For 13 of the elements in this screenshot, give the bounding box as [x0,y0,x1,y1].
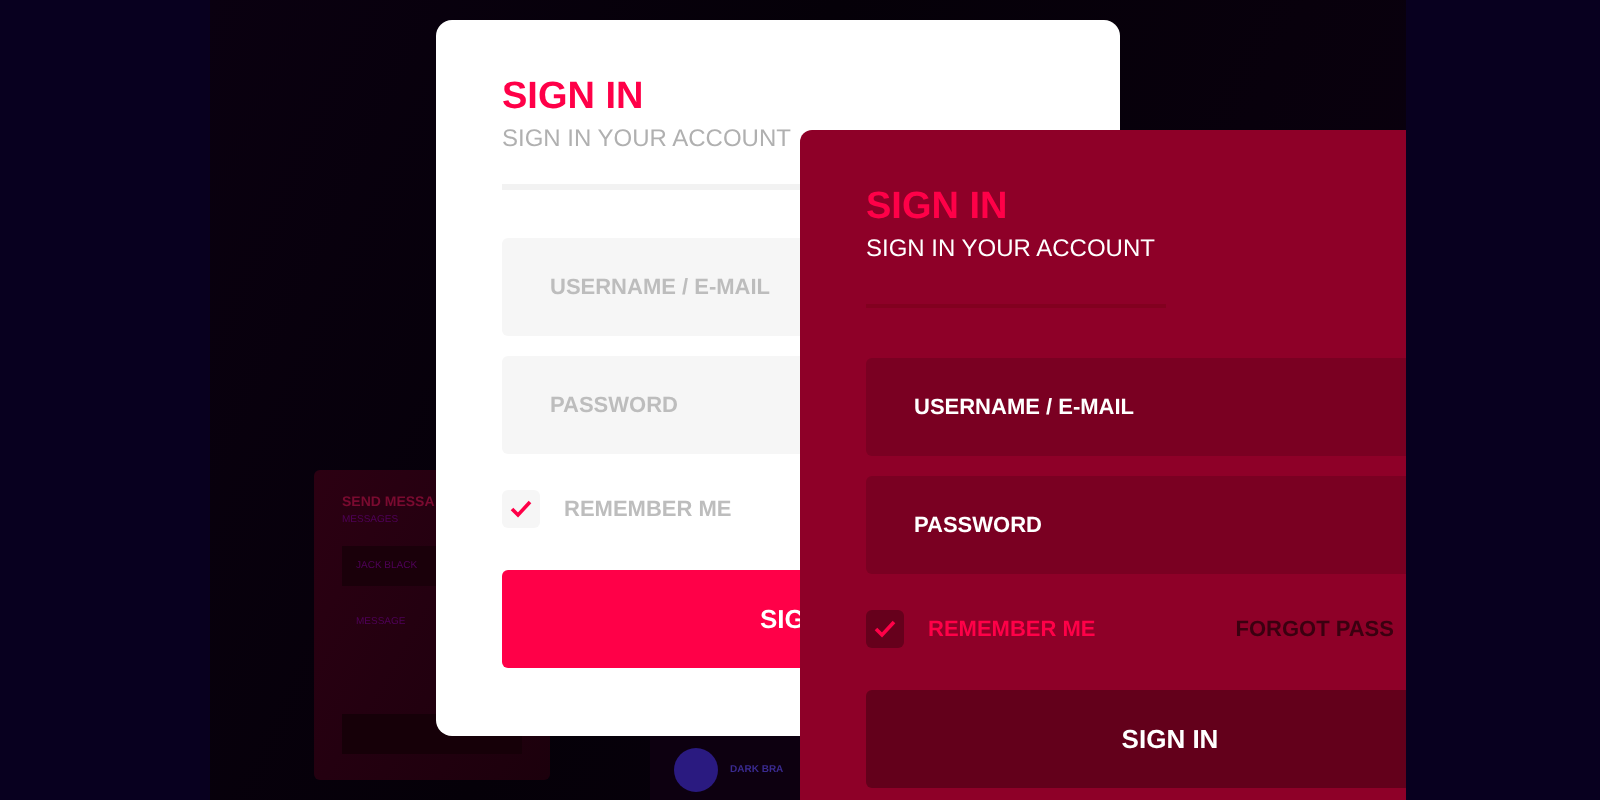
username-field[interactable]: USERNAME / E-MAIL [866,358,1406,456]
card-title: SIGN IN [866,186,1010,230]
card-subtitle: SIGN IN YOUR ACCOUNT [502,122,793,154]
remember-checkbox[interactable] [866,610,904,648]
remember-checkbox[interactable] [502,490,540,528]
avatar-icon [674,748,718,792]
sign-in-button[interactable]: SIGN IN [866,690,1406,788]
forgot-password-link[interactable]: FORGOT PASS [1235,617,1394,641]
card-title: SIGN IN [502,76,646,120]
remember-label: REMEMBER ME [564,497,732,521]
password-field[interactable]: PASSWORD [866,476,1406,574]
check-icon [510,500,532,518]
check-icon [874,620,896,638]
